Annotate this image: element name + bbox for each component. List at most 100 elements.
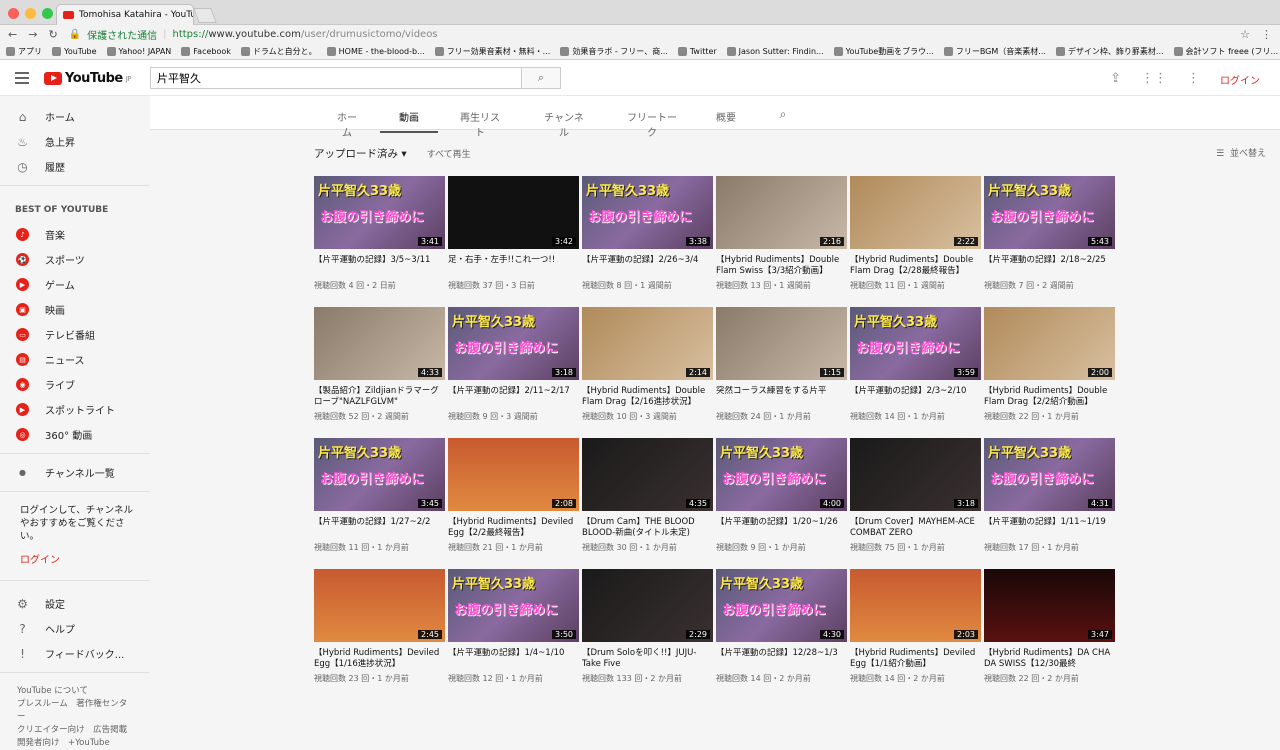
tab-playlists[interactable]: 再生リスト [457,109,503,139]
video-title[interactable]: 【Hybrid Rudiments】Deviled Egg【2/2最終報告】 [448,517,579,538]
sidebar-login-link[interactable]: ログイン [0,543,150,574]
video-thumbnail[interactable]: 3:42 [448,176,579,249]
video-title[interactable]: 【Hybrid Rudiments】DA CHA DA SWISS【12/30最… [984,648,1115,669]
video-card[interactable]: 3:47 【Hybrid Rudiments】DA CHA DA SWISS【12… [984,569,1115,689]
tab-home[interactable]: ホーム [334,109,360,139]
video-thumbnail[interactable]: 2:08 [448,438,579,511]
footer-link[interactable]: プレスルーム 著作権センター [0,698,150,724]
video-title[interactable]: 【Drum Soloを叩く!!】JUJU-Take Five [582,648,713,669]
video-thumbnail[interactable]: 2:16 [716,176,847,249]
sidebar-item-best[interactable]: ◉ ライブ [0,372,150,397]
video-card[interactable]: 片平智久33歳 お腹の引き締めに 3:45 【片平運動の記録】1/27~2/2 視聴回数… [314,438,445,558]
video-title[interactable]: 【片平運動の記録】12/28~1/3 [716,648,847,669]
video-title[interactable]: 【Hybrid Rudiments】Deviled Egg【1/1紹介動画】 [850,648,981,669]
bookmark-item[interactable]: 効果音ラボ - フリー、商... [560,46,668,57]
sidebar-item-trending[interactable]: ♨ 急上昇 [0,129,150,154]
video-thumbnail[interactable]: 片平智久33歳 お腹の引き締めに 3:18 [448,307,579,380]
video-title[interactable]: 【Hybrid Rudiments】Double Flam Drag【2/16進… [582,386,713,407]
tab-free-talk[interactable]: フリートーク [624,109,680,139]
back-icon[interactable]: ← [8,28,17,41]
video-thumbnail[interactable]: 1:15 [716,307,847,380]
video-thumbnail[interactable]: 2:45 [314,569,445,642]
youtube-logo[interactable]: YouTube JP [44,71,132,86]
video-thumbnail[interactable]: 片平智久33歳 お腹の引き締めに 3:38 [582,176,713,249]
video-card[interactable]: 2:45 【Hybrid Rudiments】Deviled Egg【1/16進捗… [314,569,445,689]
video-thumbnail[interactable]: 片平智久33歳 お腹の引き締めに 4:30 [716,569,847,642]
video-title[interactable]: 突然コーラス練習をする片平 [716,386,847,407]
bookmark-item[interactable]: YouTube [52,46,97,56]
video-card[interactable]: 4:33 【製品紹介】Zildjianドラマーグローブ"NAZLFGLVM" 視聴回… [314,307,445,427]
video-card[interactable]: 2:29 【Drum Soloを叩く!!】JUJU-Take Five 視聴回数 1… [582,569,713,689]
uploads-dropdown[interactable]: アップロード済み ▾ [314,146,407,161]
play-all-link[interactable]: すべて再生 [427,147,471,161]
close-window-button[interactable] [8,8,19,19]
sidebar-item-best[interactable]: ♪ 音楽 [0,222,150,247]
video-card[interactable]: 2:14 【Hybrid Rudiments】Double Flam Drag【2… [582,307,713,427]
bookmark-item[interactable]: Facebook [181,46,231,56]
video-card[interactable]: 片平智久33歳 お腹の引き締めに 3:50 【片平運動の記録】1/4~1/10 視聴回数… [448,569,579,689]
video-thumbnail[interactable]: 3:18 [850,438,981,511]
video-card[interactable]: 3:18 【Drum Cover】MAYHEM-ACE COMBAT ZERO 視聴… [850,438,981,558]
video-thumbnail[interactable]: 2:29 [582,569,713,642]
sidebar-item-best[interactable]: ▣ 映画 [0,297,150,322]
video-card[interactable]: 片平智久33歳 お腹の引き締めに 5:43 【片平運動の記録】2/18~2/25 視聴回… [984,176,1115,296]
bookmark-item[interactable]: Jason Sutter: Findin... [726,46,824,56]
tab-channels[interactable]: チャンネル [541,109,587,139]
video-thumbnail[interactable]: 片平智久33歳 お腹の引き締めに 3:59 [850,307,981,380]
video-title[interactable]: 【片平運動の記録】1/27~2/2 [314,517,445,538]
bookmark-item[interactable]: Yahoo! JAPAN [106,46,171,56]
apps-grid-icon[interactable]: ⋮⋮ [1141,71,1167,86]
tab-about[interactable]: 概要 [716,109,736,124]
address-bar[interactable]: 🔒 保護された通信 | https://www.youtube.com/user… [69,26,1229,42]
bookmark-item[interactable]: Twitter [677,46,717,56]
bookmark-item[interactable]: デザイン枠、飾り罫素材... [1055,46,1164,57]
sidebar-item-home[interactable]: ⌂ ホーム [0,104,150,129]
footer-link[interactable]: クリエイター向け 広告掲載 [0,724,150,737]
search-button[interactable]: ⌕ [521,67,561,89]
bookmark-item[interactable]: フリーBGM（音楽素材... [943,46,1046,57]
video-thumbnail[interactable]: 2:14 [582,307,713,380]
video-card[interactable]: 4:35 【Drum Cam】THE BLOOD BLOOD-新曲(タイトル未定)… [582,438,713,558]
video-title[interactable]: 【Drum Cam】THE BLOOD BLOOD-新曲(タイトル未定) [582,517,713,538]
video-card[interactable]: 片平智久33歳 お腹の引き締めに 4:31 【片平運動の記録】1/11~1/19 視聴回… [984,438,1115,558]
sort-button[interactable]: ☰ 並べ替え [1216,146,1266,159]
login-button[interactable]: ログイン [1220,72,1260,87]
video-thumbnail[interactable]: 4:33 [314,307,445,380]
video-thumbnail[interactable]: 片平智久33歳 お腹の引き締めに 4:31 [984,438,1115,511]
bookmark-item[interactable]: YouTube動画をブラウ... [833,46,934,57]
sidebar-item-channels[interactable]: ● チャンネル一覧 [0,460,150,485]
video-thumbnail[interactable]: 4:35 [582,438,713,511]
video-thumbnail[interactable]: 片平智久33歳 お腹の引き締めに 3:41 [314,176,445,249]
video-card[interactable]: 片平智久33歳 お腹の引き締めに 3:41 【片平運動の記録】3/5~3/11 視聴回数… [314,176,445,296]
video-title[interactable]: 【Hybrid Rudiments】Double Flam Drag【2/2紹介… [984,386,1115,407]
more-options-icon[interactable]: ⋮ [1187,71,1200,86]
video-card[interactable]: 2:16 【Hybrid Rudiments】Double Flam Swiss【… [716,176,847,296]
video-title[interactable]: 【片平運動の記録】1/20~1/26 [716,517,847,538]
video-title[interactable]: 【片平運動の記録】2/26~3/4 [582,255,713,276]
reload-icon[interactable]: ↻ [48,28,57,41]
video-title[interactable]: 足・右手・左手!!これ一つ!! [448,255,579,276]
channel-search-icon[interactable]: ⌕ [776,107,790,122]
video-title[interactable]: 【片平運動の記録】1/11~1/19 [984,517,1115,538]
sidebar-item-history[interactable]: ◷ 履歴 [0,154,150,179]
video-thumbnail[interactable]: 片平智久33歳 お腹の引き締めに 5:43 [984,176,1115,249]
sidebar-item-best[interactable]: ▶ ゲーム [0,272,150,297]
video-title[interactable]: 【Drum Cover】MAYHEM-ACE COMBAT ZERO [850,517,981,538]
footer-link[interactable]: YouTube について [0,685,150,698]
video-title[interactable]: 【片平運動の記録】2/18~2/25 [984,255,1115,276]
video-card[interactable]: 片平智久33歳 お腹の引き締めに 4:00 【片平運動の記録】1/20~1/26 視聴回… [716,438,847,558]
bookmark-item[interactable]: ドラムと自分と。 [240,46,317,57]
sidebar-item-settings[interactable]: ⚙ 設定 [0,591,150,616]
video-title[interactable]: 【片平運動の記録】2/3~2/10 [850,386,981,407]
maximize-window-button[interactable] [42,8,53,19]
video-card[interactable]: 片平智久33歳 お腹の引き締めに 3:38 【片平運動の記録】2/26~3/4 視聴回数… [582,176,713,296]
video-thumbnail[interactable]: 2:00 [984,307,1115,380]
video-title[interactable]: 【Hybrid Rudiments】Double Flam Drag【2/28最… [850,255,981,276]
video-card[interactable]: 片平智久33歳 お腹の引き締めに 4:30 【片平運動の記録】12/28~1/3 視聴回… [716,569,847,689]
video-card[interactable]: 2:03 【Hybrid Rudiments】Deviled Egg【1/1紹介動… [850,569,981,689]
footer-link[interactable]: 開発者向け +YouTube [0,737,150,750]
video-card[interactable]: 1:15 突然コーラス練習をする片平 視聴回数 24 回・1 か月前 [716,307,847,427]
sidebar-item-best[interactable]: ◎ 360° 動画 [0,422,150,447]
forward-icon[interactable]: → [28,28,37,41]
video-title[interactable]: 【Hybrid Rudiments】Double Flam Swiss【3/3紹… [716,255,847,276]
